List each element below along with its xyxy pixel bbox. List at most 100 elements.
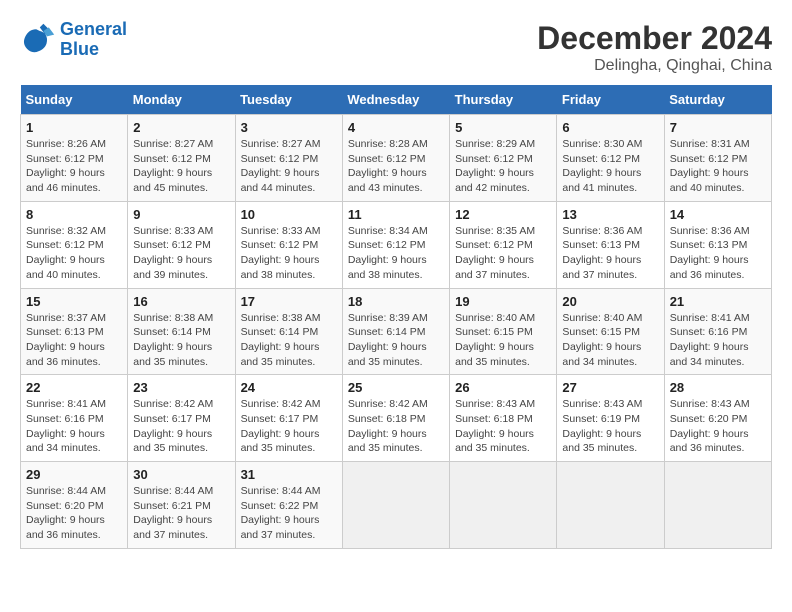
- day-number: 17: [241, 294, 337, 309]
- calendar-cell: 3 Sunrise: 8:27 AM Sunset: 6:12 PM Dayli…: [235, 115, 342, 202]
- calendar-cell: 16 Sunrise: 8:38 AM Sunset: 6:14 PM Dayl…: [128, 288, 235, 375]
- logo-text: General Blue: [60, 20, 127, 60]
- day-number: 18: [348, 294, 444, 309]
- day-number: 23: [133, 380, 229, 395]
- calendar-cell: 11 Sunrise: 8:34 AM Sunset: 6:12 PM Dayl…: [342, 201, 449, 288]
- day-number: 15: [26, 294, 122, 309]
- calendar-cell: 24 Sunrise: 8:42 AM Sunset: 6:17 PM Dayl…: [235, 375, 342, 462]
- day-number: 2: [133, 120, 229, 135]
- day-number: 21: [670, 294, 766, 309]
- calendar-cell: 18 Sunrise: 8:39 AM Sunset: 6:14 PM Dayl…: [342, 288, 449, 375]
- day-number: 9: [133, 207, 229, 222]
- title-block: December 2024 Delingha, Qinghai, China: [537, 20, 772, 75]
- day-info: Sunrise: 8:29 AM Sunset: 6:12 PM Dayligh…: [455, 137, 551, 196]
- day-info: Sunrise: 8:33 AM Sunset: 6:12 PM Dayligh…: [241, 224, 337, 283]
- day-info: Sunrise: 8:42 AM Sunset: 6:18 PM Dayligh…: [348, 397, 444, 456]
- day-info: Sunrise: 8:28 AM Sunset: 6:12 PM Dayligh…: [348, 137, 444, 196]
- day-number: 3: [241, 120, 337, 135]
- calendar-cell: [557, 462, 664, 549]
- calendar-cell: 31 Sunrise: 8:44 AM Sunset: 6:22 PM Dayl…: [235, 462, 342, 549]
- logo: General Blue: [20, 20, 127, 60]
- location: Delingha, Qinghai, China: [537, 57, 772, 75]
- day-info: Sunrise: 8:37 AM Sunset: 6:13 PM Dayligh…: [26, 311, 122, 370]
- calendar-cell: 21 Sunrise: 8:41 AM Sunset: 6:16 PM Dayl…: [664, 288, 771, 375]
- day-info: Sunrise: 8:43 AM Sunset: 6:20 PM Dayligh…: [670, 397, 766, 456]
- calendar-cell: 7 Sunrise: 8:31 AM Sunset: 6:12 PM Dayli…: [664, 115, 771, 202]
- day-info: Sunrise: 8:36 AM Sunset: 6:13 PM Dayligh…: [562, 224, 658, 283]
- day-number: 16: [133, 294, 229, 309]
- calendar-cell: 27 Sunrise: 8:43 AM Sunset: 6:19 PM Dayl…: [557, 375, 664, 462]
- calendar-cell: 15 Sunrise: 8:37 AM Sunset: 6:13 PM Dayl…: [21, 288, 128, 375]
- calendar-cell: 8 Sunrise: 8:32 AM Sunset: 6:12 PM Dayli…: [21, 201, 128, 288]
- calendar-cell: 28 Sunrise: 8:43 AM Sunset: 6:20 PM Dayl…: [664, 375, 771, 462]
- day-number: 30: [133, 467, 229, 482]
- day-info: Sunrise: 8:35 AM Sunset: 6:12 PM Dayligh…: [455, 224, 551, 283]
- day-info: Sunrise: 8:43 AM Sunset: 6:18 PM Dayligh…: [455, 397, 551, 456]
- day-number: 7: [670, 120, 766, 135]
- day-info: Sunrise: 8:38 AM Sunset: 6:14 PM Dayligh…: [133, 311, 229, 370]
- calendar-cell: 10 Sunrise: 8:33 AM Sunset: 6:12 PM Dayl…: [235, 201, 342, 288]
- calendar-cell: 30 Sunrise: 8:44 AM Sunset: 6:21 PM Dayl…: [128, 462, 235, 549]
- calendar-cell: 6 Sunrise: 8:30 AM Sunset: 6:12 PM Dayli…: [557, 115, 664, 202]
- day-info: Sunrise: 8:38 AM Sunset: 6:14 PM Dayligh…: [241, 311, 337, 370]
- day-info: Sunrise: 8:41 AM Sunset: 6:16 PM Dayligh…: [670, 311, 766, 370]
- calendar-cell: 1 Sunrise: 8:26 AM Sunset: 6:12 PM Dayli…: [21, 115, 128, 202]
- day-number: 13: [562, 207, 658, 222]
- calendar-cell: 19 Sunrise: 8:40 AM Sunset: 6:15 PM Dayl…: [450, 288, 557, 375]
- day-info: Sunrise: 8:34 AM Sunset: 6:12 PM Dayligh…: [348, 224, 444, 283]
- day-number: 12: [455, 207, 551, 222]
- weekday-header: Wednesday: [342, 85, 449, 115]
- calendar-cell: [450, 462, 557, 549]
- weekday-header: Tuesday: [235, 85, 342, 115]
- day-number: 22: [26, 380, 122, 395]
- weekday-header: Friday: [557, 85, 664, 115]
- calendar-cell: 17 Sunrise: 8:38 AM Sunset: 6:14 PM Dayl…: [235, 288, 342, 375]
- calendar-cell: 4 Sunrise: 8:28 AM Sunset: 6:12 PM Dayli…: [342, 115, 449, 202]
- calendar-cell: 5 Sunrise: 8:29 AM Sunset: 6:12 PM Dayli…: [450, 115, 557, 202]
- day-info: Sunrise: 8:33 AM Sunset: 6:12 PM Dayligh…: [133, 224, 229, 283]
- calendar-cell: 2 Sunrise: 8:27 AM Sunset: 6:12 PM Dayli…: [128, 115, 235, 202]
- calendar-week-row: 8 Sunrise: 8:32 AM Sunset: 6:12 PM Dayli…: [21, 201, 772, 288]
- day-number: 25: [348, 380, 444, 395]
- page-header: General Blue December 2024 Delingha, Qin…: [20, 20, 772, 75]
- day-number: 20: [562, 294, 658, 309]
- day-info: Sunrise: 8:36 AM Sunset: 6:13 PM Dayligh…: [670, 224, 766, 283]
- day-info: Sunrise: 8:32 AM Sunset: 6:12 PM Dayligh…: [26, 224, 122, 283]
- calendar-cell: [342, 462, 449, 549]
- day-info: Sunrise: 8:43 AM Sunset: 6:19 PM Dayligh…: [562, 397, 658, 456]
- day-number: 28: [670, 380, 766, 395]
- day-info: Sunrise: 8:44 AM Sunset: 6:20 PM Dayligh…: [26, 484, 122, 543]
- day-info: Sunrise: 8:27 AM Sunset: 6:12 PM Dayligh…: [133, 137, 229, 196]
- day-number: 10: [241, 207, 337, 222]
- day-number: 26: [455, 380, 551, 395]
- calendar-cell: 26 Sunrise: 8:43 AM Sunset: 6:18 PM Dayl…: [450, 375, 557, 462]
- weekday-header: Monday: [128, 85, 235, 115]
- day-info: Sunrise: 8:42 AM Sunset: 6:17 PM Dayligh…: [241, 397, 337, 456]
- weekday-header: Saturday: [664, 85, 771, 115]
- day-info: Sunrise: 8:27 AM Sunset: 6:12 PM Dayligh…: [241, 137, 337, 196]
- day-number: 1: [26, 120, 122, 135]
- day-info: Sunrise: 8:30 AM Sunset: 6:12 PM Dayligh…: [562, 137, 658, 196]
- day-info: Sunrise: 8:44 AM Sunset: 6:22 PM Dayligh…: [241, 484, 337, 543]
- day-info: Sunrise: 8:39 AM Sunset: 6:14 PM Dayligh…: [348, 311, 444, 370]
- day-number: 14: [670, 207, 766, 222]
- calendar-cell: 22 Sunrise: 8:41 AM Sunset: 6:16 PM Dayl…: [21, 375, 128, 462]
- calendar-cell: 12 Sunrise: 8:35 AM Sunset: 6:12 PM Dayl…: [450, 201, 557, 288]
- calendar-cell: [664, 462, 771, 549]
- calendar-cell: 9 Sunrise: 8:33 AM Sunset: 6:12 PM Dayli…: [128, 201, 235, 288]
- weekday-header-row: SundayMondayTuesdayWednesdayThursdayFrid…: [21, 85, 772, 115]
- day-info: Sunrise: 8:26 AM Sunset: 6:12 PM Dayligh…: [26, 137, 122, 196]
- calendar-cell: 13 Sunrise: 8:36 AM Sunset: 6:13 PM Dayl…: [557, 201, 664, 288]
- calendar-cell: 20 Sunrise: 8:40 AM Sunset: 6:15 PM Dayl…: [557, 288, 664, 375]
- calendar-week-row: 29 Sunrise: 8:44 AM Sunset: 6:20 PM Dayl…: [21, 462, 772, 549]
- calendar-cell: 25 Sunrise: 8:42 AM Sunset: 6:18 PM Dayl…: [342, 375, 449, 462]
- calendar-week-row: 15 Sunrise: 8:37 AM Sunset: 6:13 PM Dayl…: [21, 288, 772, 375]
- day-number: 24: [241, 380, 337, 395]
- day-number: 5: [455, 120, 551, 135]
- day-number: 8: [26, 207, 122, 222]
- day-number: 11: [348, 207, 444, 222]
- day-number: 31: [241, 467, 337, 482]
- weekday-header: Sunday: [21, 85, 128, 115]
- day-number: 19: [455, 294, 551, 309]
- day-number: 29: [26, 467, 122, 482]
